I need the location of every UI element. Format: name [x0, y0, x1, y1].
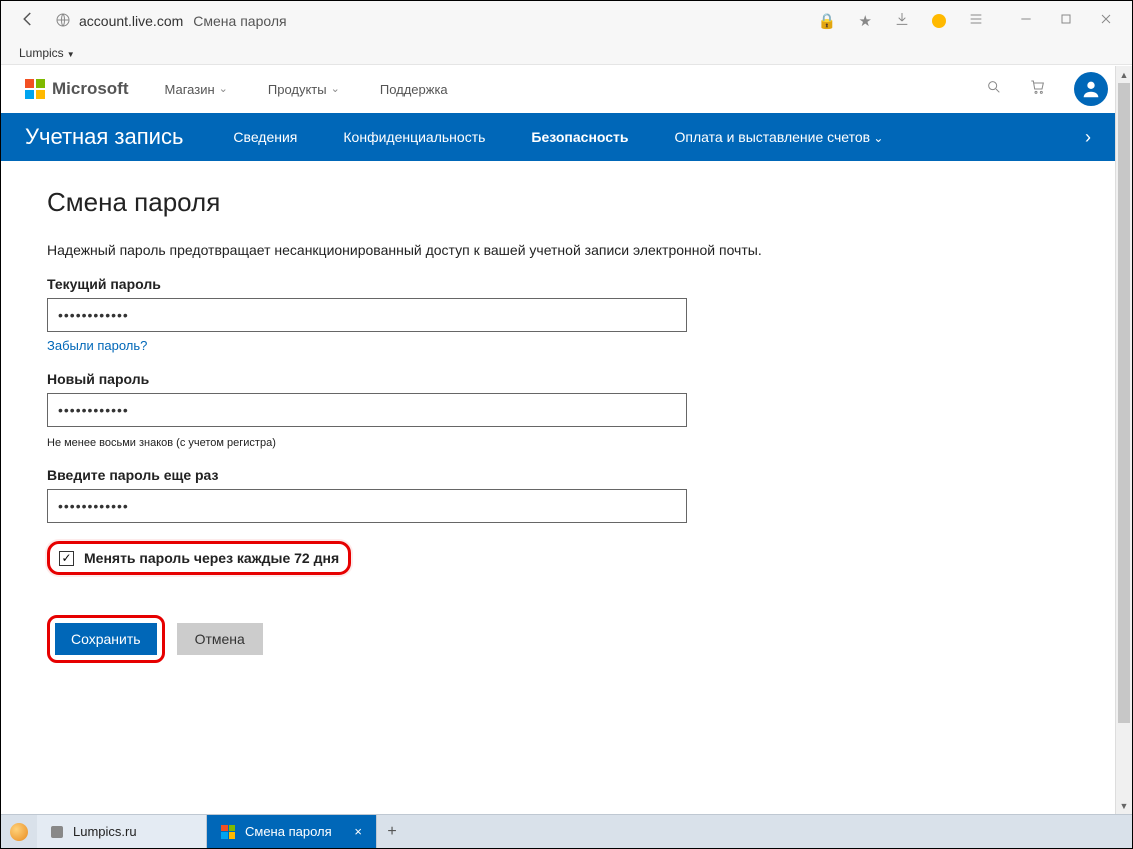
page-title: Смена пароля	[47, 187, 1086, 218]
scroll-thumb[interactable]	[1118, 83, 1130, 723]
new-password-label: Новый пароль	[47, 371, 1086, 387]
extension-icon[interactable]	[932, 14, 946, 28]
avatar[interactable]	[1074, 72, 1108, 106]
taskbar-tab-label: Смена пароля	[245, 824, 332, 839]
url-host: account.live.com	[79, 13, 183, 29]
tab-privacy[interactable]: Конфиденциальность	[343, 129, 485, 145]
confirm-password-input[interactable]: ••••••••••••	[47, 489, 687, 523]
taskbar-tab-lumpics[interactable]: Lumpics.ru	[37, 815, 207, 848]
save-button[interactable]: Сохранить	[55, 623, 157, 655]
globe-icon	[55, 12, 71, 31]
forgot-password-link[interactable]: Забыли пароль?	[47, 338, 1086, 353]
start-button[interactable]	[1, 815, 37, 848]
vertical-scrollbar[interactable]: ▲ ▼	[1115, 66, 1132, 814]
tab-info[interactable]: Сведения	[233, 129, 297, 145]
nav-support[interactable]: Поддержка	[380, 82, 448, 97]
taskbar-tab-active[interactable]: Смена пароля ×	[207, 815, 377, 848]
new-tab-button[interactable]: +	[377, 815, 407, 848]
window-close-icon[interactable]	[1098, 11, 1114, 32]
confirm-password-label: Введите пароль еще раз	[47, 467, 1086, 483]
rotate-password-label: Менять пароль через каждые 72 дня	[84, 550, 339, 566]
account-heading: Учетная запись	[25, 124, 183, 150]
menu-icon[interactable]	[968, 11, 984, 31]
nav-scroll-right-icon[interactable]: ›	[1068, 127, 1108, 148]
cart-icon[interactable]	[1030, 79, 1046, 100]
lock-icon[interactable]: 🔒	[818, 12, 837, 30]
start-orb-icon	[10, 823, 28, 841]
bookmarks-bar: Lumpics▼	[1, 41, 1132, 65]
microsoft-logo-icon	[25, 79, 45, 99]
bookmark-item[interactable]: Lumpics▼	[19, 46, 75, 60]
rotate-password-highlight: ✓ Менять пароль через каждые 72 дня	[47, 541, 351, 575]
taskbar-tab-label: Lumpics.ru	[73, 824, 137, 839]
main-content: Смена пароля Надежный пароль предотвраща…	[1, 161, 1132, 689]
new-password-input[interactable]: ••••••••••••	[47, 393, 687, 427]
nav-products[interactable]: Продукты	[268, 82, 340, 97]
microsoft-logo-text: Microsoft	[52, 79, 129, 99]
current-password-input[interactable]: ••••••••••••	[47, 298, 687, 332]
back-button[interactable]	[19, 10, 37, 33]
account-nav: Учетная запись Сведения Конфиденциальнос…	[1, 113, 1132, 161]
windows-logo-icon	[221, 825, 235, 839]
tab-close-icon[interactable]: ×	[354, 824, 362, 839]
page-subtitle: Надежный пароль предотвращает несанкцион…	[47, 242, 1086, 258]
top-nav: Магазин Продукты Поддержка	[165, 82, 448, 97]
tab-billing[interactable]: Оплата и выставление счетов	[675, 129, 884, 145]
search-icon[interactable]	[986, 79, 1002, 100]
save-button-highlight: Сохранить	[47, 615, 165, 663]
browser-toolbar: account.live.com Смена пароля 🔒 ★	[1, 1, 1132, 41]
address-bar[interactable]: account.live.com Смена пароля	[55, 12, 800, 31]
url-page-title: Смена пароля	[193, 13, 286, 29]
window-minimize-icon[interactable]	[1018, 11, 1034, 32]
downloads-icon[interactable]	[894, 11, 910, 31]
scroll-up-icon[interactable]: ▲	[1116, 66, 1132, 83]
cancel-button[interactable]: Отмена	[177, 623, 263, 655]
current-password-label: Текущий пароль	[47, 276, 1086, 292]
nav-store[interactable]: Магазин	[165, 82, 228, 97]
microsoft-logo[interactable]: Microsoft	[25, 79, 129, 99]
tab-favicon-icon	[51, 826, 63, 838]
window-maximize-icon[interactable]	[1058, 11, 1074, 32]
tab-security[interactable]: Безопасность	[531, 129, 628, 145]
taskbar: Lumpics.ru Смена пароля × +	[1, 814, 1132, 848]
rotate-password-checkbox[interactable]: ✓	[59, 551, 74, 566]
scroll-down-icon[interactable]: ▼	[1116, 797, 1132, 814]
site-header: Microsoft Магазин Продукты Поддержка	[1, 65, 1132, 113]
password-hint: Не менее восьми знаков (с учетом регистр…	[47, 437, 1086, 449]
bookmark-star-icon[interactable]: ★	[859, 12, 872, 30]
